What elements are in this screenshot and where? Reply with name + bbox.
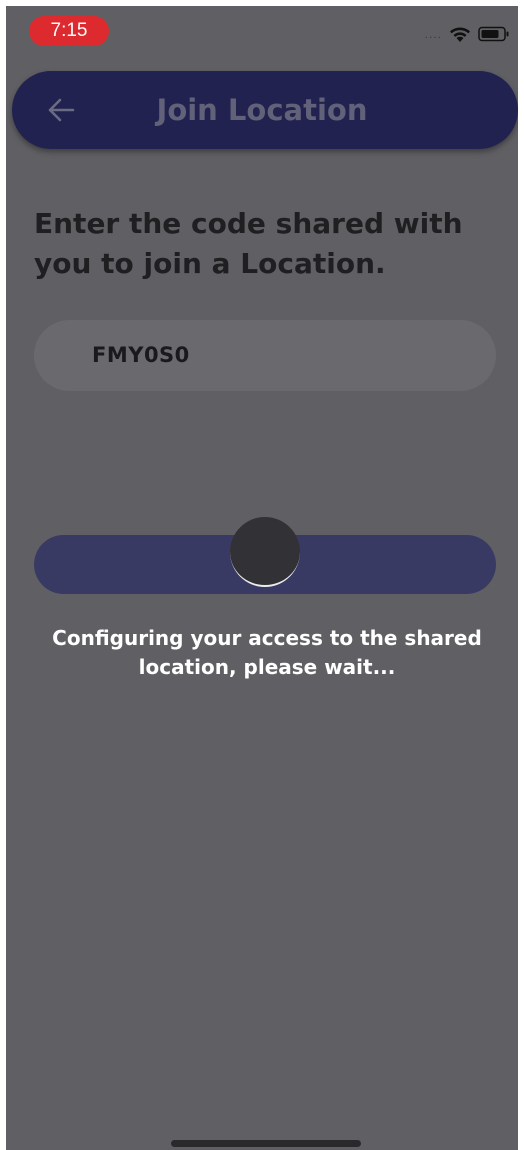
battery-icon — [478, 26, 510, 42]
wifi-icon — [448, 25, 472, 43]
instruction-text: Enter the code shared with you to join a… — [34, 207, 463, 280]
home-indicator — [171, 1140, 361, 1147]
cellular-signal-icon: .... — [424, 27, 442, 41]
status-bar-indicators: .... — [425, 24, 510, 44]
screen: 7:15 .... Join Location Enter the code s… — [6, 6, 518, 1150]
app-bar: Join Location — [12, 71, 518, 149]
location-code-value: FMY0S0 — [92, 343, 190, 367]
join-slider-knob[interactable] — [230, 517, 300, 587]
location-code-input[interactable]: FMY0S0 — [34, 320, 496, 391]
status-bar-time: 7:15 — [29, 16, 109, 46]
loading-message: Configuring your access to the shared lo… — [52, 626, 482, 679]
page-title: Join Location — [156, 93, 368, 127]
